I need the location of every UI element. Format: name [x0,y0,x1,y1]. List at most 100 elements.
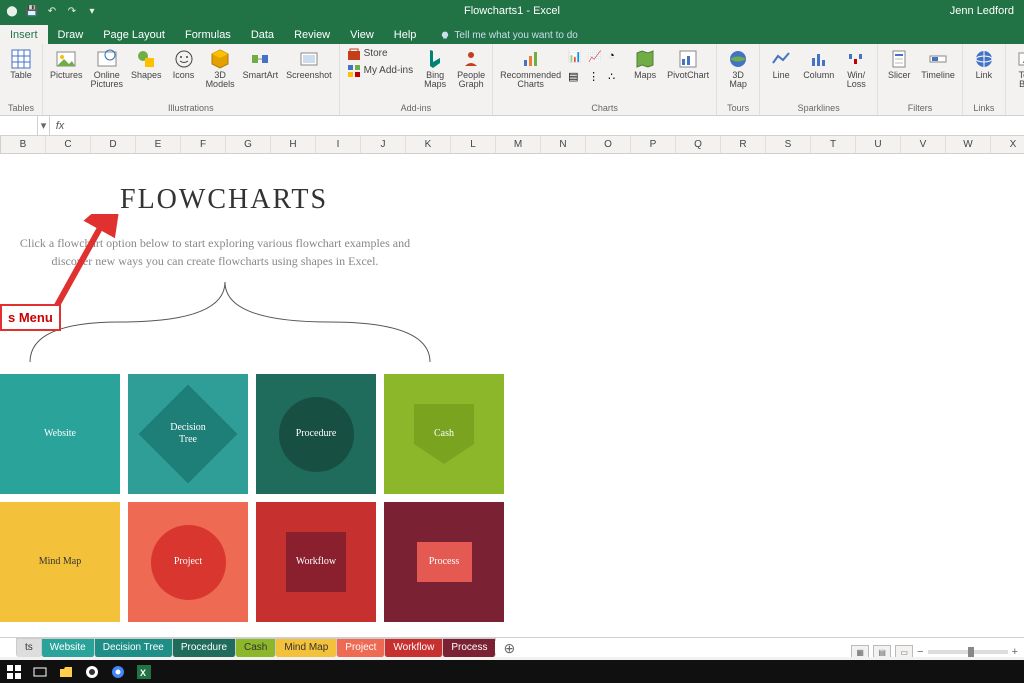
tab-insert[interactable]: Insert [0,25,48,44]
column-header-N[interactable]: N [541,136,586,153]
chart-pie-icon[interactable]: ◔ [608,50,624,66]
start-button[interactable] [6,664,22,680]
name-box-dropdown[interactable]: ▾ [38,116,50,135]
3d-models-button[interactable]: 3D Models [203,46,238,92]
column-header-D[interactable]: D [91,136,136,153]
fx-button[interactable]: fx [50,120,70,132]
column-header-V[interactable]: V [901,136,946,153]
tab-help[interactable]: Help [384,25,427,44]
online-pictures-button[interactable]: Online Pictures [88,46,127,92]
formula-input[interactable] [70,116,1024,135]
tab-view[interactable]: View [340,25,384,44]
smartart-button[interactable]: SmartArt [240,46,282,82]
browser-button[interactable] [84,664,100,680]
chart-bar-icon[interactable]: 📊 [568,50,584,66]
slicer-button[interactable]: Slicer [882,46,916,82]
tile-workflow[interactable]: Workflow [256,502,376,622]
sparkline-column-button[interactable]: Column [800,46,837,82]
column-header-U[interactable]: U [856,136,901,153]
sheet-tab-cash[interactable]: Cash [235,638,276,657]
file-explorer-button[interactable] [58,664,74,680]
new-sheet-button[interactable]: ⊕ [495,641,523,655]
save-icon[interactable]: 💾 [26,5,38,17]
column-header-B[interactable]: B [1,136,46,153]
bing-maps-button[interactable]: Bing Maps [418,46,452,92]
timeline-button[interactable]: Timeline [918,46,958,82]
tile-procedure[interactable]: Procedure [256,374,376,494]
tile-mind-map[interactable]: Mind Map [0,502,120,622]
icons-button[interactable]: Icons [167,46,201,82]
column-header-I[interactable]: I [316,136,361,153]
excel-taskbar-button[interactable]: X [136,664,152,680]
chart-line-icon[interactable]: 📈 [588,50,604,66]
column-headers: BCDEFGHIJKLMNOPQRSTUVWXY [0,136,1024,154]
user-name[interactable]: Jenn Ledford [950,5,1024,17]
column-header-C[interactable]: C [46,136,91,153]
column-header-O[interactable]: O [586,136,631,153]
sheet-tab-workflow[interactable]: Workflow [384,638,443,657]
undo-icon[interactable]: ↶ [46,5,58,17]
chrome-button[interactable] [110,664,126,680]
3d-map-button[interactable]: 3D Map [721,46,755,92]
column-header-T[interactable]: T [811,136,856,153]
pictures-button[interactable]: Pictures [47,46,86,82]
sheet-tab-project[interactable]: Project [336,638,385,657]
store-button[interactable]: Store [344,46,416,62]
sheet-tab-decision-tree[interactable]: Decision Tree [94,638,173,657]
shapes-button[interactable]: Shapes [128,46,165,82]
task-view-button[interactable] [32,664,48,680]
sheet-tab-procedure[interactable]: Procedure [172,638,236,657]
qat-dropdown-icon[interactable]: ▾ [86,5,98,17]
column-header-J[interactable]: J [361,136,406,153]
sheet-tab-website[interactable]: Website [41,638,95,657]
tab-draw[interactable]: Draw [48,25,94,44]
name-box[interactable] [0,116,38,135]
zoom-slider[interactable] [928,650,1008,654]
column-header-E[interactable]: E [136,136,181,153]
sparkline-line-button[interactable]: Line [764,46,798,82]
chart-icon [520,48,542,70]
column-header-K[interactable]: K [406,136,451,153]
column-header-L[interactable]: L [451,136,496,153]
textbox-button[interactable]: AText Box [1010,46,1024,92]
tile-website[interactable]: Website [0,374,120,494]
sheet-tab-ts[interactable]: ts [16,638,42,657]
pivotchart-button[interactable]: PivotChart [664,46,712,82]
column-header-X[interactable]: X [991,136,1024,153]
tab-formulas[interactable]: Formulas [175,25,241,44]
autosave-toggle[interactable]: ⬤ [6,5,18,17]
tile-cash[interactable]: Cash [384,374,504,494]
tell-me-search[interactable]: Tell me what you want to do [434,27,583,44]
maps-button[interactable]: Maps [628,46,662,82]
people-graph-button[interactable]: People Graph [454,46,488,92]
worksheet-area[interactable]: FLOWCHARTS Click a flowchart option belo… [0,154,1024,648]
column-header-F[interactable]: F [181,136,226,153]
table-button[interactable]: Table [4,46,38,82]
column-header-S[interactable]: S [766,136,811,153]
column-header-R[interactable]: R [721,136,766,153]
sheet-tab-mind-map[interactable]: Mind Map [275,638,337,657]
tab-data[interactable]: Data [241,25,284,44]
column-header-Q[interactable]: Q [676,136,721,153]
tab-review[interactable]: Review [284,25,340,44]
column-header-W[interactable]: W [946,136,991,153]
sheet-tab-process[interactable]: Process [442,638,496,657]
recommended-charts-button[interactable]: Recommended Charts [497,46,564,92]
column-header-M[interactable]: M [496,136,541,153]
chart-stat-icon[interactable]: ⋮ [588,70,604,86]
tile-process[interactable]: Process [384,502,504,622]
sparkline-winloss-button[interactable]: Win/ Loss [839,46,873,92]
tile-decision-tree[interactable]: Decision Tree [128,374,248,494]
brace-decor [10,272,450,372]
tile-project[interactable]: Project [128,502,248,622]
column-header-H[interactable]: H [271,136,316,153]
tab-page-layout[interactable]: Page Layout [93,25,175,44]
redo-icon[interactable]: ↷ [66,5,78,17]
my-addins-button[interactable]: My Add-ins [344,63,416,79]
chart-hier-icon[interactable]: ▤ [568,70,584,86]
link-button[interactable]: Link [967,46,1001,82]
chart-scatter-icon[interactable]: ∴ [608,70,624,86]
column-header-G[interactable]: G [226,136,271,153]
screenshot-button[interactable]: Screenshot [283,46,335,82]
column-header-P[interactable]: P [631,136,676,153]
